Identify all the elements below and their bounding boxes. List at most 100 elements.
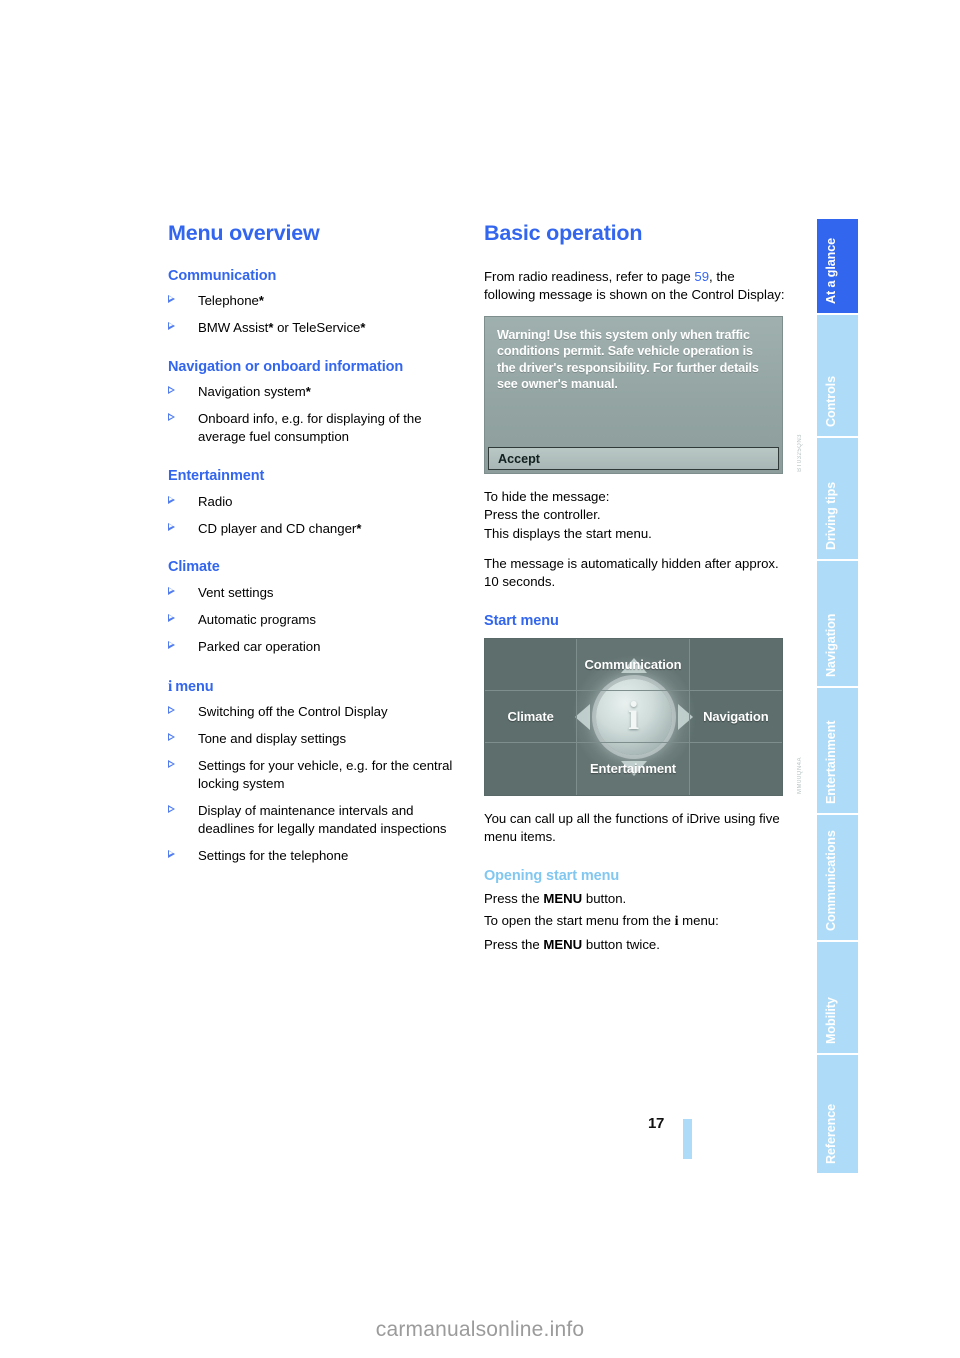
chapter-tab-mobility[interactable]: Mobility (817, 942, 858, 1055)
list-navigation-onboard: Navigation system* Onboard info, e.g. fo… (168, 383, 471, 446)
list-item: Onboard info, e.g. for displaying of the… (168, 410, 471, 446)
chapter-tab-label: Driving tips (824, 481, 839, 550)
list-item-label: Switching off the Control Display (198, 704, 388, 720)
menu-button-label: MENU (543, 936, 583, 952)
section-heading-i-menu: i menu (168, 678, 471, 697)
figure-code-label: MM00QN4A (797, 756, 803, 794)
start-menu-cell-empty-bottom-right (690, 743, 782, 795)
chapter-tab-label: Reference (824, 1103, 839, 1164)
list-item: Vent settings (168, 584, 471, 602)
opening-line3-suffix: button twice. (582, 936, 660, 952)
right-text-column: Basic operation From radio readiness, re… (484, 221, 803, 958)
list-item: Display of maintenance intervals and dea… (168, 802, 471, 838)
chapter-tab-communications[interactable]: Communications (817, 815, 858, 942)
chapter-tab-driving-tips[interactable]: Driving tips (817, 438, 858, 561)
list-item-label: BMW Assist (198, 319, 269, 335)
start-menu-cell-empty-top-right (689, 639, 782, 691)
list-entertainment: Radio CD player and CD changer* (168, 493, 471, 538)
page-number-bar (683, 1119, 692, 1159)
list-item-label: Display of maintenance intervals and dea… (198, 803, 447, 837)
chapter-tab-reference[interactable]: Reference (817, 1055, 858, 1175)
chapter-tab-label: Communications (824, 830, 839, 931)
menu-button-label: MENU (543, 891, 583, 906)
list-item: Tone and display settings (168, 730, 471, 748)
list-item-label: Telephone (198, 293, 259, 309)
chapter-tab-label: At a glance (824, 237, 839, 304)
page-title-basic-operation: Basic operation (484, 221, 643, 245)
chapter-tab-label: Entertainment (824, 720, 839, 804)
start-menu-item-entertainment[interactable]: Entertainment (577, 742, 690, 795)
list-climate: Vent settings Automatic programs Parked … (168, 584, 471, 656)
list-item: Settings for the telephone (168, 847, 471, 865)
triangle-bullet-icon (168, 706, 175, 715)
list-item: BMW Assist* or TeleService* (168, 319, 471, 337)
triangle-bullet-icon (168, 321, 175, 330)
triangle-bullet-icon (168, 613, 175, 622)
page-cross-reference[interactable]: 59 (694, 269, 709, 284)
triangle-bullet-icon (168, 850, 175, 859)
list-item-label: Vent settings (198, 584, 274, 600)
left-text-column: Menu overview Communication Telephone* B… (168, 221, 471, 874)
list-i-menu: Switching off the Control Display Tone a… (168, 703, 471, 865)
figure-code-label: BT0325QN3 (797, 434, 803, 473)
option-star: * (356, 520, 362, 536)
start-menu-label-entertainment: Entertainment (589, 761, 677, 777)
triangle-bullet-icon (168, 760, 175, 769)
list-item: Telephone* (168, 292, 471, 310)
list-item: Settings for your vehicle, e.g. for the … (168, 757, 471, 793)
list-item: CD player and CD changer* (168, 520, 471, 538)
manual-page: Menu overview Communication Telephone* B… (0, 0, 960, 1358)
list-item: Radio (168, 493, 471, 511)
opening-instruction-line-1: Press the MENU button. (484, 890, 787, 908)
start-menu-label-climate: Climate (507, 708, 554, 724)
start-menu-cell-empty-top-left (485, 638, 578, 691)
triangle-bullet-icon (168, 386, 175, 395)
list-item: Switching off the Control Display (168, 703, 471, 721)
chapter-tab-label: Controls (824, 376, 839, 427)
figure-warning-screen: Warning! Use this system only when traff… (484, 316, 803, 475)
opening-line1-prefix: Press the (484, 891, 544, 906)
list-item-label: Radio (198, 493, 233, 509)
start-menu-description: You can call up all the functions of iDr… (484, 810, 780, 844)
opening-instruction-line-2: To open the start menu from the i menu: (484, 912, 787, 931)
chapter-tab-at-a-glance[interactable]: At a glance (817, 219, 858, 315)
list-item: Parked car operation (168, 638, 471, 656)
list-item-label-2: or TeleService (273, 319, 361, 335)
triangle-bullet-icon (168, 640, 175, 649)
start-menu-item-navigation[interactable]: Navigation (689, 691, 782, 743)
triangle-bullet-icon (168, 522, 175, 531)
intro-text-part1: From radio readiness, refer to page (484, 268, 695, 284)
triangle-bullet-icon (168, 586, 175, 595)
start-menu-item-communication[interactable]: Communication (577, 638, 690, 691)
list-item-label: Settings for the telephone (198, 848, 349, 864)
intro-paragraph: From radio readiness, refer to page 59, … (484, 268, 787, 304)
list-item-label: CD player and CD changer (198, 520, 357, 536)
chapter-tab-label: Navigation (824, 613, 839, 677)
list-item-label: Automatic programs (198, 611, 316, 627)
accept-button[interactable]: Accept (488, 447, 779, 471)
list-item-label: Tone and display settings (198, 731, 347, 747)
section-heading-i-menu-label: menu (175, 678, 214, 695)
opening-instruction-line-3: Press the MENU button twice. (484, 936, 787, 954)
control-display-warning-dialog: Warning! Use this system only when traff… (484, 316, 783, 475)
list-item: Automatic programs (168, 611, 471, 629)
section-heading-communication: Communication (168, 267, 277, 284)
start-menu-cell-empty-bottom-left (485, 742, 578, 795)
option-star: * (305, 384, 311, 400)
opening-line3-prefix: Press the (484, 936, 544, 952)
opening-line1-suffix: button. (582, 891, 627, 906)
page-number: 17 (648, 1115, 665, 1132)
triangle-bullet-icon (168, 805, 175, 814)
idrive-start-menu-screen: Communication Climate Navigation Enterta… (484, 637, 783, 796)
start-menu-item-climate[interactable]: Climate (485, 690, 578, 743)
section-heading-climate: Climate (168, 559, 220, 576)
chapter-tab-rail: At a glance Controls Driving tips Navigatio… (817, 219, 858, 1175)
chapter-tab-entertainment[interactable]: Entertainment (817, 688, 858, 815)
page-title-menu-overview: Menu overview (168, 221, 320, 245)
chapter-tab-navigation[interactable]: Navigation (817, 561, 858, 688)
section-heading-navigation-onboard: Navigation or onboard information (168, 358, 404, 375)
hide-message-line-2: Press the controller. (484, 507, 601, 523)
auto-hide-paragraph: The message is automatically hidden afte… (484, 555, 779, 589)
chapter-tab-controls[interactable]: Controls (817, 315, 858, 438)
accept-button-label: Accept (498, 451, 540, 466)
